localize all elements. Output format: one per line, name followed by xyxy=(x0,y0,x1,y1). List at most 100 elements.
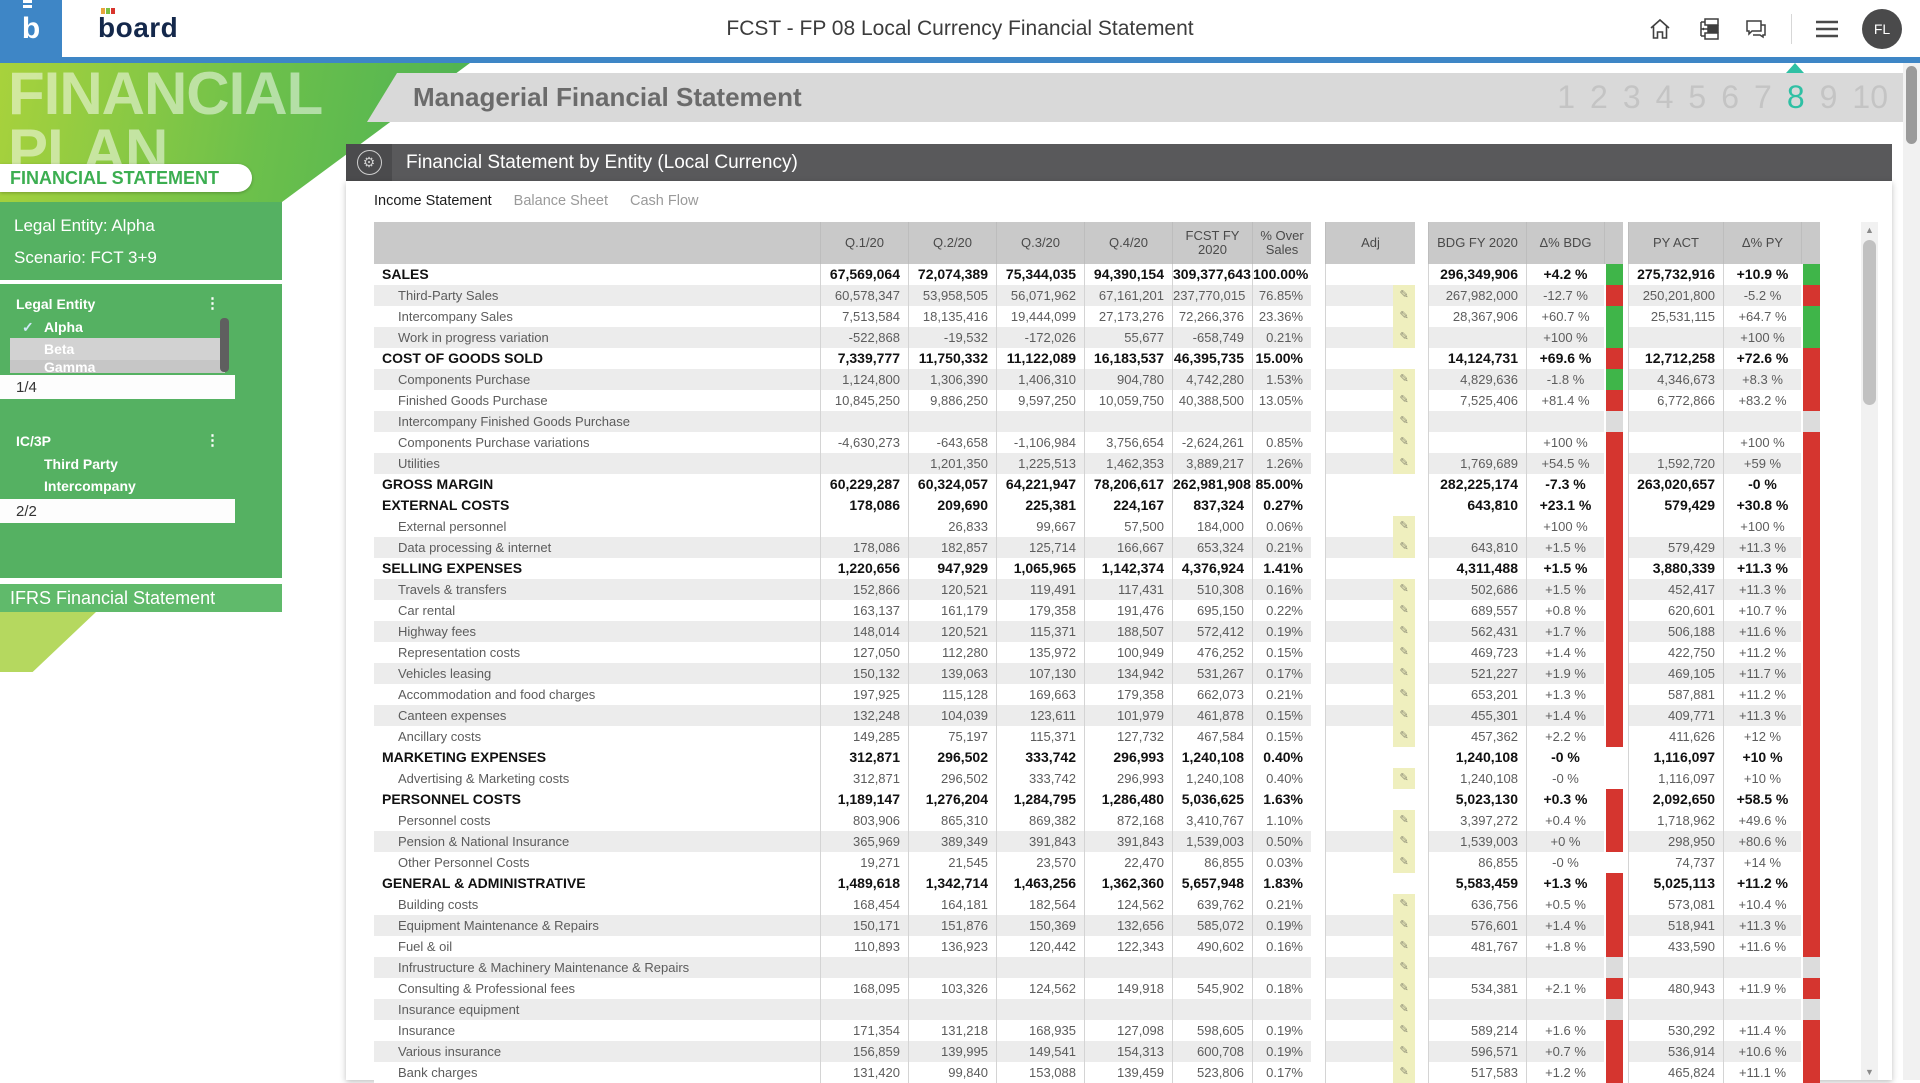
page-button-5[interactable]: 5 xyxy=(1688,79,1706,116)
page-button-2[interactable]: 2 xyxy=(1590,79,1608,116)
edit-pencil-icon[interactable]: ✎ xyxy=(1393,852,1415,873)
page-button-8[interactable]: 8 xyxy=(1787,79,1805,116)
edit-pencil-icon[interactable]: ✎ xyxy=(1393,390,1415,411)
selector-list: ✓AlphaBetaGamma xyxy=(0,316,235,373)
column-header-adj[interactable]: Adj xyxy=(1325,222,1415,264)
edit-pencil-icon[interactable]: ✎ xyxy=(1393,516,1415,537)
edit-pencil-icon[interactable]: ✎ xyxy=(1393,663,1415,684)
scroll-down-icon[interactable]: ▼ xyxy=(1861,1064,1878,1080)
tab-cash-flow[interactable]: Cash Flow xyxy=(630,193,699,209)
kebab-menu-icon[interactable]: ⋮ xyxy=(205,434,220,448)
edit-pencil-icon[interactable]: ✎ xyxy=(1393,600,1415,621)
page-button-3[interactable]: 3 xyxy=(1623,79,1641,116)
value-cell: 136,923 xyxy=(908,936,996,957)
value-cell: 490,602 xyxy=(1172,936,1252,957)
column-header--%-bdg[interactable]: Δ% BDG xyxy=(1526,222,1604,264)
home-icon[interactable] xyxy=(1647,16,1673,42)
list-item-alpha[interactable]: ✓Alpha xyxy=(0,316,235,338)
page-button-6[interactable]: 6 xyxy=(1721,79,1739,116)
list-item-intercompany[interactable]: Intercompany xyxy=(0,475,235,497)
delta-status-bar-red xyxy=(1606,915,1623,936)
row-label: Vehicles leasing xyxy=(374,663,820,684)
delta-status-cell xyxy=(1801,411,1820,432)
edit-pencil-icon[interactable]: ✎ xyxy=(1393,411,1415,432)
row-label: Components Purchase xyxy=(374,369,820,390)
avatar[interactable]: FL xyxy=(1862,9,1902,49)
report-settings-button[interactable]: ⚙ xyxy=(346,144,392,181)
value-cell xyxy=(1723,999,1801,1020)
tab-income-statement[interactable]: Income Statement xyxy=(374,193,492,209)
list-item-third-party[interactable]: Third Party xyxy=(0,453,235,475)
column-header-fcst-fy-2020[interactable]: FCST FY 2020 xyxy=(1172,222,1252,264)
list-scrollbar-thumb[interactable] xyxy=(220,318,229,372)
column-header-py-act[interactable]: PY ACT xyxy=(1628,222,1723,264)
column-gap xyxy=(1415,558,1428,579)
edit-pencil-icon[interactable]: ✎ xyxy=(1393,327,1415,348)
edit-pencil-icon[interactable]: ✎ xyxy=(1393,1041,1415,1062)
page-button-4[interactable]: 4 xyxy=(1656,79,1674,116)
kebab-menu-icon[interactable]: ⋮ xyxy=(205,297,220,311)
column-header--%-py[interactable]: Δ% PY xyxy=(1723,222,1801,264)
page-scrollbar-thumb[interactable] xyxy=(1906,66,1917,144)
value-cell: 150,132 xyxy=(820,663,908,684)
list-item-beta[interactable]: Beta xyxy=(10,338,225,360)
edit-pencil-icon[interactable]: ✎ xyxy=(1393,537,1415,558)
edit-pencil-icon[interactable]: ✎ xyxy=(1393,978,1415,999)
value-cell: 115,371 xyxy=(996,726,1084,747)
edit-pencil-icon[interactable]: ✎ xyxy=(1393,453,1415,474)
page-button-7[interactable]: 7 xyxy=(1754,79,1772,116)
sidebar-item-ifrs-financial-statement[interactable]: IFRS Financial Statement xyxy=(0,581,282,612)
adjustment-cell xyxy=(1326,495,1393,516)
edit-pencil-icon[interactable]: ✎ xyxy=(1393,894,1415,915)
edit-pencil-icon[interactable]: ✎ xyxy=(1393,621,1415,642)
page-scrollbar[interactable] xyxy=(1903,63,1920,1080)
delta-status-cell xyxy=(1801,327,1820,348)
edit-pencil-icon[interactable]: ✎ xyxy=(1393,726,1415,747)
column-header-q-4-20[interactable]: Q.4/20 xyxy=(1084,222,1172,264)
delta-status-cell xyxy=(1801,642,1820,663)
column-header-q-2-20[interactable]: Q.2/20 xyxy=(908,222,996,264)
column-header-q-1-20[interactable]: Q.1/20 xyxy=(820,222,908,264)
edit-pencil-icon[interactable]: ✎ xyxy=(1393,915,1415,936)
page-button-9[interactable]: 9 xyxy=(1820,79,1838,116)
edit-pencil-icon[interactable]: ✎ xyxy=(1393,999,1415,1020)
value-cell: +8.3 % xyxy=(1723,369,1801,390)
edit-pencil-icon[interactable]: ✎ xyxy=(1393,642,1415,663)
workflow-icon[interactable] xyxy=(1695,16,1721,42)
edit-pencil-icon[interactable]: ✎ xyxy=(1393,579,1415,600)
value-cell: 10,059,750 xyxy=(1084,390,1172,411)
table-scrollbar[interactable]: ▲ ▼ xyxy=(1861,222,1878,1080)
value-cell: 518,941 xyxy=(1628,915,1723,936)
row-label: EXTERNAL COSTS xyxy=(374,495,820,516)
edit-pencil-icon[interactable]: ✎ xyxy=(1393,306,1415,327)
column-header-%-over-sales[interactable]: % Over Sales xyxy=(1252,222,1311,264)
edit-pencil-icon[interactable]: ✎ xyxy=(1393,285,1415,306)
delta-status-cell xyxy=(1801,684,1820,705)
edit-pencil-icon[interactable]: ✎ xyxy=(1393,831,1415,852)
value-cell: +10.4 % xyxy=(1723,894,1801,915)
edit-pencil-icon[interactable]: ✎ xyxy=(1393,705,1415,726)
value-cell: 536,914 xyxy=(1628,1041,1723,1062)
page-button-1[interactable]: 1 xyxy=(1557,79,1575,116)
column-gap xyxy=(1415,348,1428,369)
edit-pencil-icon[interactable]: ✎ xyxy=(1393,684,1415,705)
column-gap xyxy=(1415,642,1428,663)
page-button-10[interactable]: 10 xyxy=(1852,79,1888,116)
edit-pencil-icon[interactable]: ✎ xyxy=(1393,432,1415,453)
list-item-gamma[interactable]: Gamma xyxy=(10,360,225,373)
column-header-bdg-fy-2020[interactable]: BDG FY 2020 xyxy=(1428,222,1526,264)
table-scrollbar-thumb[interactable] xyxy=(1863,240,1876,405)
column-header-q-3-20[interactable]: Q.3/20 xyxy=(996,222,1084,264)
edit-pencil-icon[interactable]: ✎ xyxy=(1393,810,1415,831)
scroll-up-icon[interactable]: ▲ xyxy=(1861,222,1878,238)
edit-pencil-icon[interactable]: ✎ xyxy=(1393,768,1415,789)
edit-pencil-icon[interactable]: ✎ xyxy=(1393,369,1415,390)
edit-pencil-icon[interactable]: ✎ xyxy=(1393,1020,1415,1041)
edit-pencil-icon[interactable]: ✎ xyxy=(1393,936,1415,957)
edit-pencil-icon[interactable]: ✎ xyxy=(1393,957,1415,978)
value-cell: 0.15% xyxy=(1252,705,1311,726)
value-cell: 0.06% xyxy=(1252,516,1311,537)
tab-balance-sheet[interactable]: Balance Sheet xyxy=(514,193,608,209)
menu-icon[interactable] xyxy=(1814,16,1840,42)
chat-icon[interactable] xyxy=(1743,16,1769,42)
